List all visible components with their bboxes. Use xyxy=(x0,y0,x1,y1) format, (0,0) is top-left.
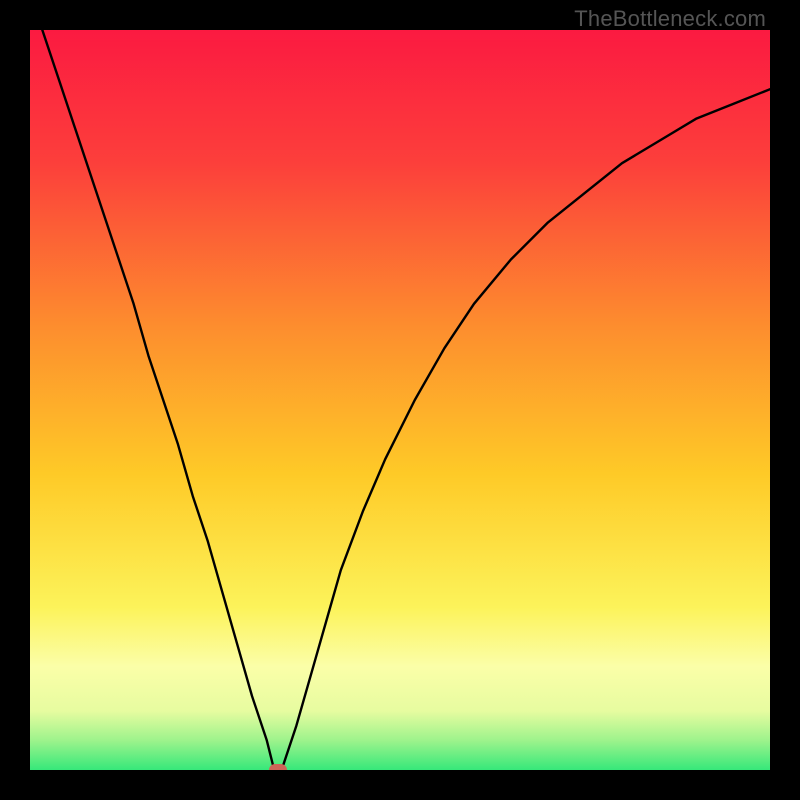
plot-area xyxy=(30,30,770,770)
watermark-text: TheBottleneck.com xyxy=(574,6,766,32)
chart-frame: TheBottleneck.com xyxy=(0,0,800,800)
optimum-marker xyxy=(269,764,287,770)
bottleneck-curve xyxy=(30,30,770,770)
